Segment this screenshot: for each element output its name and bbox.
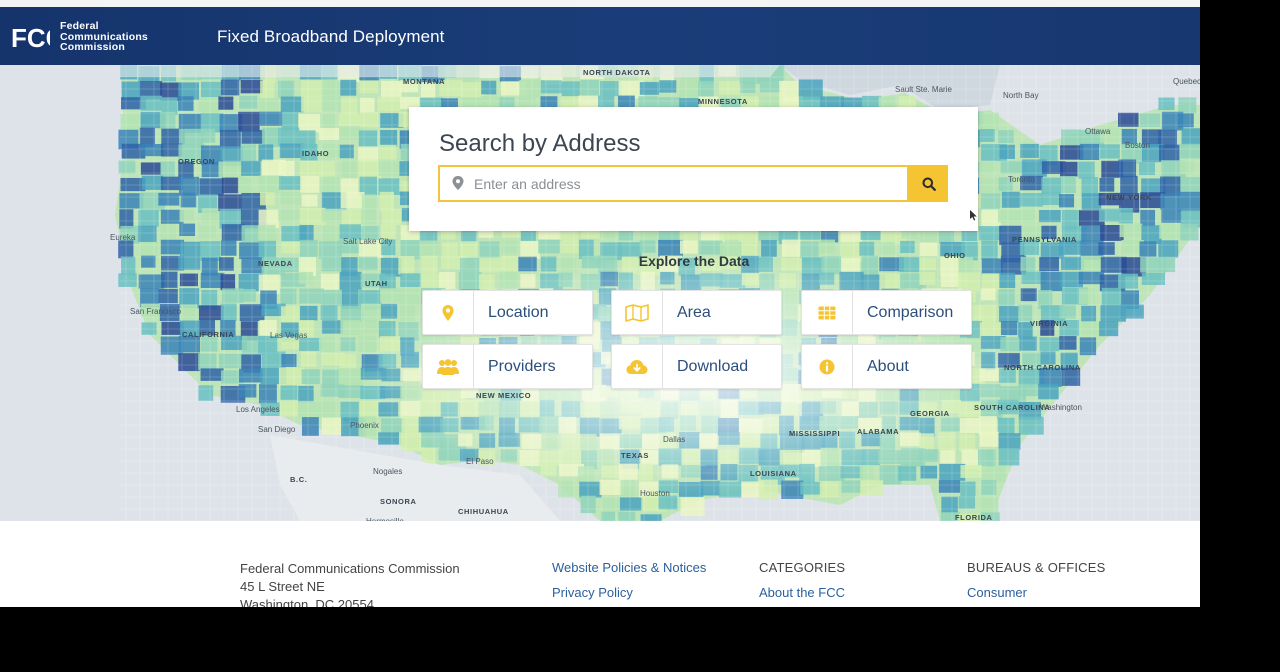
map-label: B.C. (290, 475, 308, 484)
map-label: Sault Ste. Marie (895, 85, 952, 94)
top-strip (0, 0, 1200, 7)
browser-viewport: FCC Federal Communications Commission Fi… (0, 0, 1200, 607)
map-icon (625, 303, 649, 322)
tile-label: About (867, 357, 909, 375)
address-search-box[interactable] (438, 165, 909, 202)
site-footer: Federal Communications Commission 45 L S… (0, 521, 1200, 607)
tile-icon-cell (423, 291, 474, 334)
map-label: LOUISIANA (750, 469, 797, 478)
map-label: NEW MEXICO (476, 391, 532, 400)
tile-icon-cell (612, 291, 663, 334)
map-label: TEXAS (621, 451, 650, 460)
tile-icon-cell (802, 345, 853, 388)
map-label: MINNESOTA (698, 97, 748, 106)
map-label: Nogales (373, 467, 403, 476)
tile-icon-cell (423, 345, 474, 388)
map-label: Phoenix (350, 421, 379, 430)
map-label: ALABAMA (857, 427, 900, 436)
footer-city: Washington, DC 20554 (240, 597, 374, 607)
map-label: Salt Lake City (343, 237, 393, 246)
bureaus-heading: BUREAUS & OFFICES (967, 560, 1106, 575)
map-label: OREGON (178, 157, 215, 166)
map-label: NORTH CAROLINA (1004, 363, 1081, 372)
footer-bureaus: BUREAUS & OFFICES Consumer (967, 559, 1105, 607)
map-label: PENNSYLVANIA (1012, 235, 1077, 244)
map-label: San Diego (258, 425, 296, 434)
map-label: Toronto (1008, 175, 1035, 184)
about-fcc-link[interactable]: About the FCC (759, 584, 845, 602)
tile-label: Download (677, 357, 749, 375)
tile-area[interactable]: Area (611, 290, 782, 335)
map-pin-icon (452, 176, 464, 190)
tile-label: Location (488, 303, 549, 321)
cloud-download-icon (626, 359, 648, 374)
search-button[interactable] (909, 165, 948, 202)
map-label: North Bay (1003, 91, 1039, 100)
map-label: VIRGINIA (1030, 319, 1069, 328)
map-pin-icon (442, 304, 454, 321)
search-card: Search by Address (409, 107, 978, 231)
consumer-link[interactable]: Consumer (967, 584, 1105, 602)
map-label: NEVADA (258, 259, 293, 268)
footer-address: Federal Communications Commission 45 L S… (240, 560, 460, 607)
map-label: Las Vegas (270, 331, 308, 340)
map-label: MONTANA (403, 77, 445, 86)
tile-download[interactable]: Download (611, 344, 782, 389)
address-input[interactable] (474, 167, 904, 200)
map-label: NORTH DAKOTA (583, 68, 651, 77)
map-label: IDAHO (302, 149, 330, 158)
info-icon (819, 359, 835, 374)
agency-line-3: Commission (60, 41, 126, 53)
fcc-logo-icon[interactable]: FCC (10, 21, 50, 53)
tile-about[interactable]: About (801, 344, 972, 389)
footer-links: Website Policies & Notices Privacy Polic… (552, 559, 706, 607)
map-label: Ottawa (1085, 127, 1111, 136)
table-icon (818, 306, 836, 319)
website-policies-link[interactable]: Website Policies & Notices (552, 559, 706, 577)
tile-icon-cell (612, 345, 663, 388)
tile-label: Comparison (867, 303, 954, 321)
footer-street: 45 L Street NE (240, 579, 325, 594)
mouse-cursor-icon (970, 210, 977, 221)
search-icon (922, 177, 936, 191)
map-label: SONORA (380, 497, 417, 506)
map-label: OHIO (944, 251, 966, 260)
map-label: CHIHUAHUA (458, 507, 509, 516)
app-title[interactable]: Fixed Broadband Deployment (217, 27, 445, 47)
tile-providers[interactable]: Providers (422, 344, 593, 389)
tile-comparison[interactable]: Comparison (801, 290, 972, 335)
tile-label: Providers (488, 357, 556, 375)
agency-line-1: Federal (60, 20, 99, 32)
map-label: NEW YORK (1106, 193, 1152, 202)
search-heading: Search by Address (439, 130, 641, 157)
map-label: Eureka (110, 233, 136, 242)
map-label: Houston (640, 489, 670, 498)
map-label: El Paso (466, 457, 494, 466)
map-label: UTAH (365, 279, 388, 288)
site-header: FCC Federal Communications Commission Fi… (0, 7, 1200, 65)
map-label: San Francisco (130, 307, 182, 316)
map-label: Boston (1125, 141, 1150, 150)
users-icon (437, 358, 459, 375)
map-label: FLORIDA (955, 513, 993, 521)
map-label: Dallas (663, 435, 686, 444)
privacy-policy-link[interactable]: Privacy Policy (552, 584, 706, 602)
footer-categories: CATEGORIES About the FCC (759, 559, 845, 607)
agency-name: Federal Communications Commission (60, 21, 148, 53)
tile-icon-cell (802, 291, 853, 334)
tile-label: Area (677, 303, 711, 321)
map-label: GEORGIA (910, 409, 950, 418)
map-label: CALIFORNIA (182, 330, 235, 339)
map-label: Quebec (1173, 77, 1200, 86)
categories-heading: CATEGORIES (759, 560, 846, 575)
footer-org-name: Federal Communications Commission (240, 561, 460, 576)
map-label: SOUTH CAROLINA (974, 403, 1051, 412)
map-label: MISSISSIPPI (789, 429, 841, 438)
tile-location[interactable]: Location (422, 290, 593, 335)
svg-text:FCC: FCC (11, 23, 50, 53)
explore-title: Explore the Data (638, 253, 750, 269)
map-label: Los Angeles (236, 405, 280, 414)
map-label: Washington (1040, 403, 1082, 412)
